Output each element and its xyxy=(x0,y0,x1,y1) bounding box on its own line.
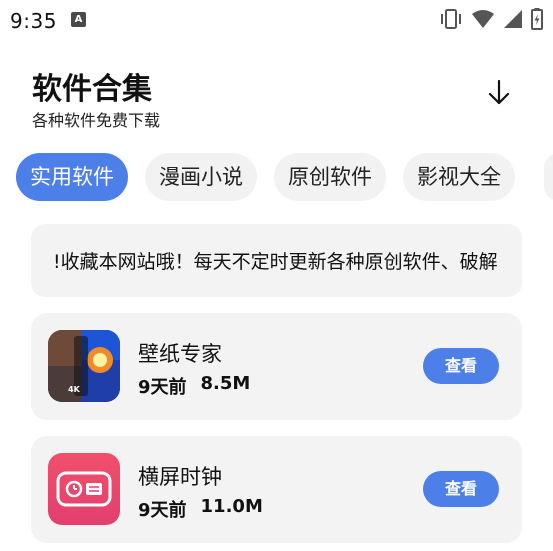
wallpaper-app-icon: 4K xyxy=(48,330,120,402)
app-size: 8.5M xyxy=(200,373,251,394)
tab-original-software[interactable]: 原创软件 xyxy=(274,153,386,201)
tab-more[interactable] xyxy=(544,153,553,201)
category-tabs: 实用软件 漫画小说 原创软件 影视大全 xyxy=(16,153,515,201)
app-meta: 9天前 11.0M xyxy=(138,496,263,522)
tab-comics-novels[interactable]: 漫画小说 xyxy=(145,153,257,201)
view-button[interactable]: 查看 xyxy=(423,348,499,384)
view-button[interactable]: 查看 xyxy=(423,471,499,507)
tab-practical-software[interactable]: 实用软件 xyxy=(16,153,128,201)
page-subtitle: 各种软件免费下载 xyxy=(32,111,161,130)
wifi-icon xyxy=(472,10,494,28)
app-size: 11.0M xyxy=(200,496,263,517)
app-age: 9天前 xyxy=(138,377,187,398)
vibrate-icon xyxy=(441,9,461,29)
app-age: 9天前 xyxy=(138,500,187,521)
tab-movies[interactable]: 影视大全 xyxy=(403,153,515,201)
svg-text:4K: 4K xyxy=(68,385,81,394)
status-bar: 9:35 A xyxy=(0,0,553,40)
a-icon: A xyxy=(71,12,86,27)
app-meta: 9天前 8.5M xyxy=(138,373,250,399)
download-button[interactable] xyxy=(484,78,514,108)
status-icons xyxy=(439,8,543,30)
app-card[interactable]: 4K 壁纸专家 9天前 8.5M 查看 xyxy=(31,313,522,420)
battery-charging-icon xyxy=(531,8,543,30)
page-title: 软件合集 xyxy=(32,72,152,107)
status-time: 9:35 xyxy=(10,9,57,33)
app-name: 横屏时钟 xyxy=(138,465,222,489)
app-name: 壁纸专家 xyxy=(138,342,222,366)
notice-text: !收藏本网站哦！每天不定时更新各种原创软件、破解 xyxy=(53,251,498,273)
notice-card: !收藏本网站哦！每天不定时更新各种原创软件、破解 xyxy=(31,224,522,297)
app-card[interactable]: 横屏时钟 9天前 11.0M 查看 xyxy=(31,436,522,543)
app-screen: 9:35 A 软件合集 各种软件免费下载 实用软件 漫画小说 原创软件 影视大全… xyxy=(0,0,553,551)
arrow-down-icon xyxy=(488,79,510,105)
signal-icon xyxy=(504,10,522,28)
clock-app-icon xyxy=(48,453,120,525)
